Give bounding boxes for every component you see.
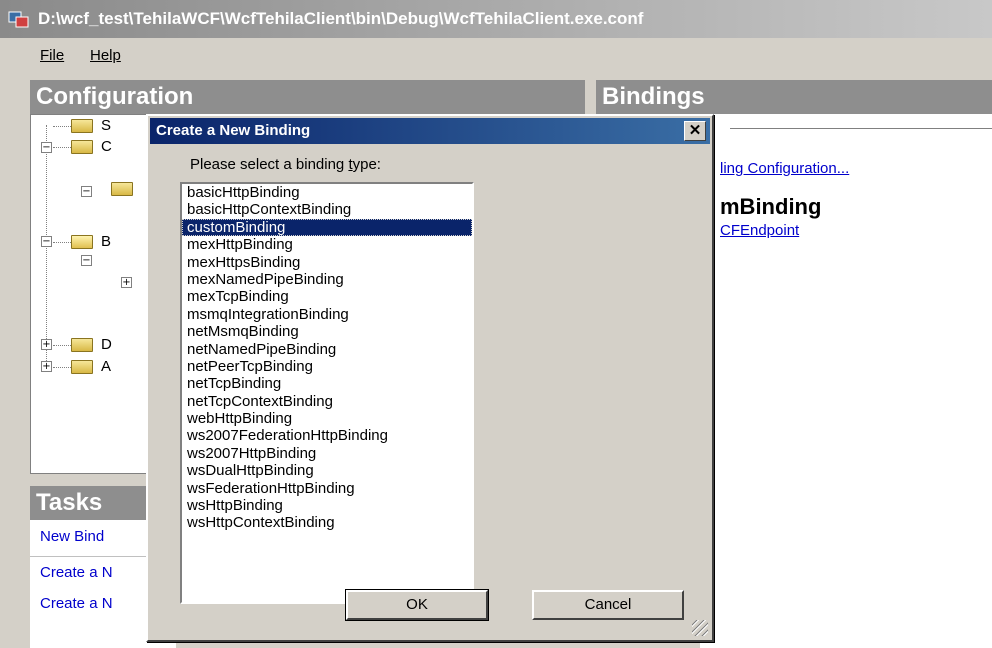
dialog-title: Create a New Binding xyxy=(156,122,311,139)
menu-help[interactable]: Help xyxy=(90,47,121,64)
binding-option[interactable]: basicHttpBinding xyxy=(182,184,472,201)
prompt-text: Please select a binding xyxy=(190,156,349,173)
binding-title: mBinding xyxy=(720,194,822,219)
binding-option[interactable]: netMsmqBinding xyxy=(182,323,472,340)
binding-option[interactable]: netTcpContextBinding xyxy=(182,393,472,410)
collapse-icon[interactable]: − xyxy=(41,142,52,153)
tree-item-label: C xyxy=(101,138,112,155)
collapse-icon[interactable]: − xyxy=(81,255,92,266)
task-create-link-2[interactable]: Create a N xyxy=(40,595,113,612)
window-title: D:\wcf_test\TehilaWCF\WcfTehilaClient\bi… xyxy=(38,9,644,28)
binding-option[interactable]: mexHttpsBinding xyxy=(182,254,472,271)
binding-option[interactable]: webHttpBinding xyxy=(182,410,472,427)
binding-type-prompt: Please select a binding type: xyxy=(190,156,381,173)
menu-file-label: File xyxy=(40,47,65,64)
binding-option[interactable]: msmqIntegrationBinding xyxy=(182,306,472,323)
window-titlebar: D:\wcf_test\TehilaWCF\WcfTehilaClient\bi… xyxy=(0,0,992,38)
collapse-icon[interactable]: − xyxy=(41,236,52,247)
menu-help-label: Help xyxy=(90,47,121,64)
open-folder-icon xyxy=(71,235,93,249)
binding-option[interactable]: mexTcpBinding xyxy=(182,288,472,305)
bindings-panel: ling Configuration... mBinding CFEndpoin… xyxy=(700,114,992,648)
tree-item-label: B xyxy=(101,233,112,250)
expand-icon[interactable]: + xyxy=(41,339,52,350)
expand-icon[interactable]: + xyxy=(121,277,132,288)
collapse-icon[interactable]: − xyxy=(81,186,92,197)
menu-bar: File Help xyxy=(0,38,992,74)
binding-option[interactable]: mexNamedPipeBinding xyxy=(182,271,472,288)
binding-option[interactable]: customBinding xyxy=(182,218,472,237)
binding-option[interactable]: netPeerTcpBinding xyxy=(182,358,472,375)
folder-icon xyxy=(111,182,133,196)
binding-option[interactable]: wsDualHttpBinding xyxy=(182,462,472,479)
task-new-binding-link[interactable]: New Bind xyxy=(40,528,104,545)
config-app-icon xyxy=(8,11,29,28)
binding-option[interactable]: netNamedPipeBinding xyxy=(182,341,472,358)
binding-option[interactable]: basicHttpContextBinding xyxy=(182,201,472,218)
binding-option[interactable]: ws2007HttpBinding xyxy=(182,445,472,462)
folder-icon xyxy=(71,338,93,352)
dialog-titlebar: Create a New Binding ✕ xyxy=(150,118,710,144)
bindings-header: Bindings xyxy=(596,80,992,114)
binding-configuration-link[interactable]: ling Configuration... xyxy=(720,160,849,177)
binding-option[interactable]: mexHttpBinding xyxy=(182,236,472,253)
tree-item-label: S xyxy=(101,117,112,134)
create-binding-dialog: Create a New Binding ✕ Please select a b… xyxy=(146,114,714,642)
cancel-button[interactable]: Cancel xyxy=(532,590,684,620)
folder-icon xyxy=(71,360,93,374)
folder-icon xyxy=(71,119,93,133)
binding-option[interactable]: ws2007FederationHttpBinding xyxy=(182,427,472,444)
binding-option[interactable]: wsHttpBinding xyxy=(182,497,472,514)
task-create-link[interactable]: Create a N xyxy=(40,564,113,581)
binding-option[interactable]: wsHttpContextBinding xyxy=(182,514,472,531)
tree-item-label: D xyxy=(101,336,112,353)
tree-item-label: A xyxy=(101,358,112,375)
binding-option[interactable]: wsFederationHttpBinding xyxy=(182,480,472,497)
binding-type-listbox[interactable]: basicHttpBinding basicHttpContextBinding c… xyxy=(180,182,474,604)
endpoint-link[interactable]: CFEndpoint xyxy=(720,222,799,239)
folder-icon xyxy=(71,140,93,154)
resize-grip-icon[interactable] xyxy=(692,620,708,636)
menu-file[interactable]: File xyxy=(40,47,64,64)
configuration-header: Configuration xyxy=(30,80,585,114)
ok-button[interactable]: OK xyxy=(346,590,488,620)
prompt-text-end: ype: xyxy=(352,156,381,173)
close-icon[interactable]: ✕ xyxy=(684,121,706,141)
binding-option[interactable]: netTcpBinding xyxy=(182,375,472,392)
expand-icon[interactable]: + xyxy=(41,361,52,372)
